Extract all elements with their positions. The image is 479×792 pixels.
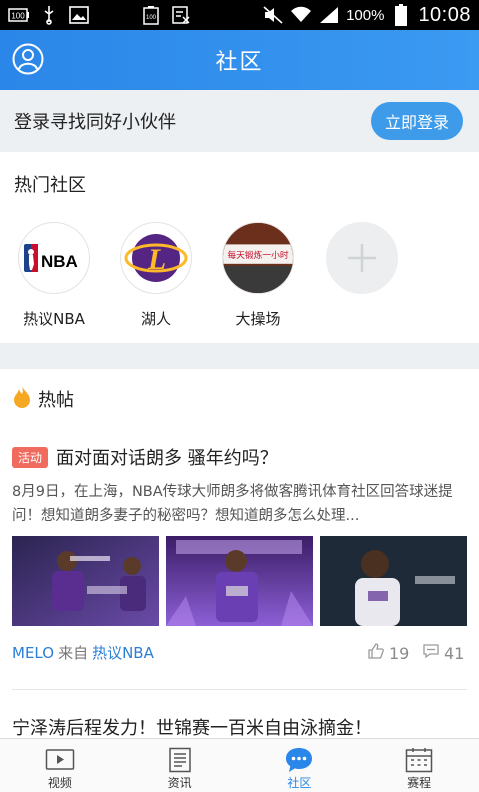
battery-icon — [390, 4, 412, 26]
post-title-row[interactable]: 活动 面对面对话朗多 骚年约吗？ — [12, 444, 472, 470]
community-label: 湖人 — [140, 310, 171, 328]
comment-count-group[interactable]: 41 — [422, 642, 464, 664]
tab-video[interactable]: 视频 — [0, 739, 120, 792]
tab-community[interactable]: 社区 — [240, 739, 360, 792]
login-prompt: 登录寻找同好小伙伴 — [14, 112, 176, 133]
login-banner: 登录寻找同好小伙伴 立即登录 — [0, 90, 479, 152]
post-from: 来自 — [58, 644, 89, 662]
app-header: 社区 — [0, 30, 479, 90]
tab-label: 社区 — [287, 776, 312, 790]
lakers-logo: L — [120, 222, 192, 294]
nba-logo: NBA — [18, 222, 90, 294]
post-separator — [12, 689, 467, 690]
wifi-icon — [290, 6, 312, 24]
plus-icon — [326, 222, 398, 294]
community-label: 热议NBA — [23, 310, 85, 328]
hot-communities-title: 热门社区 — [14, 175, 86, 196]
tab-label: 视频 — [47, 776, 72, 790]
calendar-icon — [404, 747, 434, 773]
post-source[interactable]: 热议NBA — [92, 642, 154, 663]
add-community-button[interactable] — [312, 222, 412, 294]
notification-placeholder — [98, 2, 132, 28]
thumbs-up-icon — [367, 642, 385, 664]
post-title[interactable]: 面对面对话朗多 骚年约吗？ — [56, 444, 278, 470]
page-title: 社区 — [215, 50, 264, 75]
bottom-nav: 视频 资讯 社区 赛程 — [0, 738, 479, 792]
post-author[interactable]: MELO — [12, 644, 54, 662]
battery-saver-icon: 100 — [8, 6, 30, 24]
lakers-logo-text: L — [147, 243, 166, 276]
battery-notice-icon: 100 — [140, 6, 162, 25]
community-item-nba[interactable]: NBA 热议NBA — [4, 222, 104, 329]
hot-posts-header: 热帖 — [12, 385, 74, 413]
like-count: 19 — [389, 643, 410, 663]
like-count-group[interactable]: 19 — [367, 642, 409, 664]
status-bar: 100 100 100% 10:08 — [0, 0, 479, 30]
news-icon — [165, 747, 195, 773]
post-excerpt[interactable]: 8月9日，在上海，NBA传球大师朗多将做客腾讯体育社区回答球迷提问！想知道朗多妻… — [12, 480, 467, 528]
tab-schedule[interactable]: 赛程 — [359, 739, 479, 792]
flame-icon — [12, 385, 32, 413]
video-icon — [45, 747, 75, 773]
post-image-2[interactable] — [166, 536, 313, 626]
battery-small-text: 100 — [11, 12, 25, 21]
svg-text:100: 100 — [146, 15, 157, 21]
section-divider — [0, 343, 479, 369]
hot-posts-title: 热帖 — [38, 390, 74, 411]
usb-icon — [38, 6, 60, 25]
nba-logo-text: NBA — [41, 252, 78, 271]
event-tag: 活动 — [12, 446, 49, 468]
post-meta: MELO 来自 热议NBA — [12, 642, 154, 663]
battery-percent: 100% — [346, 6, 385, 24]
community-item-playground[interactable]: 每天锻炼一小时 大操场 — [208, 222, 308, 329]
post-image-1[interactable] — [12, 536, 159, 626]
comment-icon — [422, 642, 440, 664]
user-profile-icon[interactable] — [12, 43, 44, 75]
signal-icon — [318, 6, 340, 24]
gallery-icon — [68, 6, 90, 24]
community-icon — [284, 747, 314, 773]
comment-count: 41 — [444, 643, 465, 663]
login-button[interactable]: 立即登录 — [371, 102, 463, 140]
tab-news[interactable]: 资讯 — [120, 739, 240, 792]
clock: 10:08 — [418, 3, 471, 26]
post-title[interactable]: 宁泽涛后程发力！世锦赛一百米自由泳摘金！ — [12, 714, 372, 740]
tab-label: 赛程 — [407, 776, 432, 790]
playground-logo: 每天锻炼一小时 — [222, 222, 294, 294]
community-item-lakers[interactable]: L 湖人 — [106, 222, 206, 329]
post-image-3[interactable] — [320, 536, 467, 626]
mute-icon — [262, 6, 284, 24]
tab-label: 资讯 — [167, 776, 192, 790]
playground-logo-text: 每天锻炼一小时 — [227, 249, 288, 261]
update-icon — [170, 6, 192, 24]
community-label: 大操场 — [235, 310, 281, 328]
